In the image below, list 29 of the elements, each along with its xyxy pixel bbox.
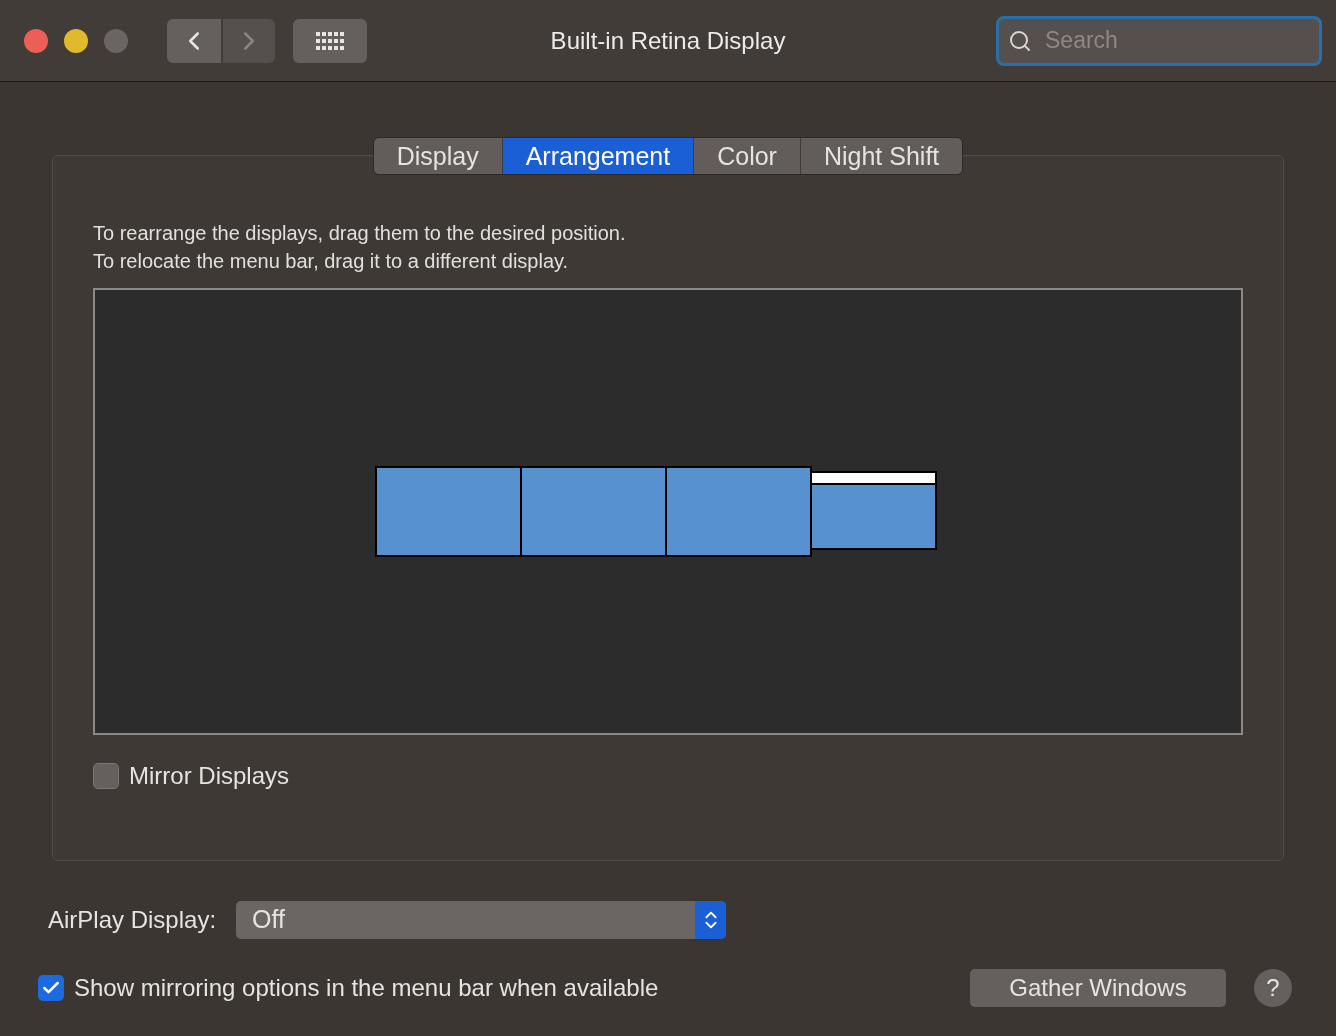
minimize-button[interactable] [64,28,88,53]
tab[interactable]: Color [693,138,800,174]
checkbox-label: Show mirroring options in the menu bar when available [74,973,659,1003]
checkbox-label: Mirror Displays [129,761,289,791]
tab[interactable]: Display [373,138,502,174]
window-title: Built-in Retina Display [550,25,786,56]
checkbox[interactable] [93,763,119,789]
close-button[interactable] [24,28,48,53]
grid-icon [316,30,344,51]
gather-windows-button[interactable]: Gather Windows [970,969,1226,1007]
search-field[interactable]: Search [996,15,1322,66]
search-icon [1008,28,1032,53]
instruction-text: To relocate the menu bar, drag it to a different display. [93,249,570,274]
stepper-icon [695,901,727,939]
display-rectangle[interactable] [665,466,812,557]
help-button[interactable]: ? [1254,969,1292,1007]
display-rectangle[interactable] [810,471,937,550]
display-rectangle[interactable] [520,466,667,557]
forward-button[interactable] [223,18,275,63]
menu-bar[interactable] [812,473,935,485]
instruction-text: To rearrange the displays, drag them to the desired position. [93,221,627,246]
checkbox[interactable] [38,975,64,1001]
back-button[interactable] [167,18,221,63]
display-rectangle[interactable] [375,466,522,557]
show-all-button[interactable] [293,18,367,63]
airplay-dropdown[interactable]: Off [236,901,727,939]
tab[interactable]: Night Shift [799,138,963,174]
tab[interactable]: Arrangement [501,138,694,174]
airplay-label: AirPlay Display: [48,905,217,935]
